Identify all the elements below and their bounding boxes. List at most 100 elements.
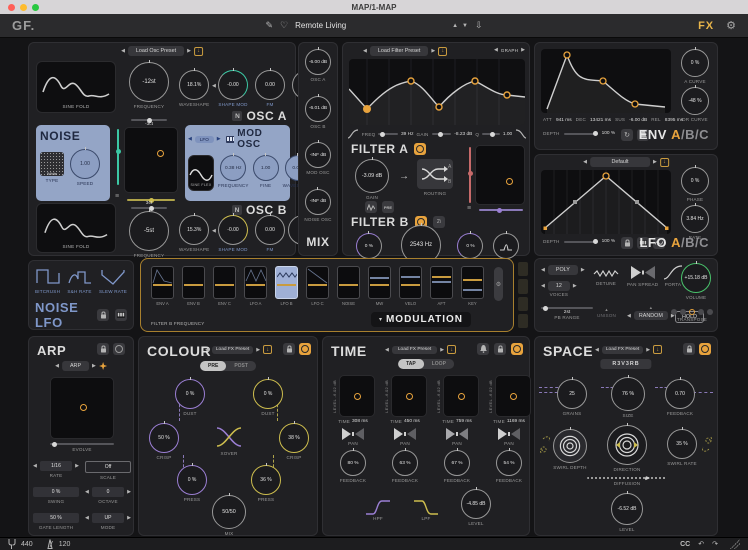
- arp-mode-control[interactable]: ◀UP▶ MODE: [85, 513, 131, 530]
- tap4-feedback-knob[interactable]: 54 %FEEDBACK: [496, 450, 522, 483]
- tap1-level[interactable]: LEVEL -6.02 dB: [332, 380, 337, 413]
- lfo-preset-selector[interactable]: Default: [590, 157, 650, 167]
- mod-slot-lfo-c[interactable]: LFO C: [306, 266, 329, 306]
- mod-osc-source[interactable]: LFO: [195, 136, 214, 143]
- env-tabs[interactable]: ENV A/B/C: [639, 127, 709, 142]
- colour-mix-knob[interactable]: 50/50MIX: [212, 495, 246, 536]
- preset-prev-icon[interactable]: ▲: [452, 23, 458, 29]
- osc-a-waveshape-knob[interactable]: 18.1% WAVESHAPE: [179, 70, 209, 107]
- lfo-preset-next-icon[interactable]: ▶: [653, 159, 657, 165]
- metronome-icon[interactable]: [46, 539, 54, 549]
- env-dr-curve-knob[interactable]: -48 % DR CURVE: [681, 87, 709, 122]
- space-mode-pill[interactable]: R3V3RB: [600, 359, 651, 369]
- cc-midi-button[interactable]: CC: [680, 541, 690, 548]
- filter-a-gain-knob[interactable]: -3.09 dB GAIN: [355, 159, 389, 200]
- save-preset-icon[interactable]: ⇩: [475, 20, 483, 31]
- tap3-time[interactable]: 759 ms: [456, 419, 472, 424]
- filter-view-label[interactable]: GRAPH: [501, 48, 518, 53]
- tap1-time[interactable]: 308 ms: [352, 419, 368, 424]
- zoom-window-button[interactable]: [32, 4, 39, 11]
- space-grains-knob[interactable]: 25GRAINS: [557, 379, 587, 416]
- minimize-window-button[interactable]: [20, 4, 27, 11]
- mix-noise-osc-knob[interactable]: -INF dBNOISE OSC: [304, 189, 331, 222]
- colour-preset-prev-icon[interactable]: ◀: [205, 347, 209, 353]
- time-level-knob[interactable]: -4.85 dBLEVEL: [461, 489, 491, 526]
- volume-knob[interactable]: +15.18 dB VOLUME: [681, 263, 711, 300]
- mix-osc-b-knob[interactable]: -6.01 dBOSC B: [305, 96, 331, 129]
- tempo-value[interactable]: 120: [59, 541, 71, 548]
- noise-lfo-keytrack-icon[interactable]: [115, 309, 127, 321]
- colour-pre-post-toggle[interactable]: PREPOST: [200, 361, 256, 371]
- time-preset-prev-icon[interactable]: ◀: [385, 347, 389, 353]
- osc-b-shape-mod-knob[interactable]: -0.00 SHAPE MOD: [218, 215, 248, 252]
- redo-icon[interactable]: ↷: [712, 540, 718, 548]
- settings-gear-icon[interactable]: ⚙: [726, 19, 736, 32]
- time-preset-selector[interactable]: Load FX Preset: [392, 346, 437, 354]
- space-preset-save-icon[interactable]: ↓: [653, 345, 662, 354]
- osc-a-frequency-knob[interactable]: -12st FREQUENCY: [129, 62, 169, 109]
- colour-preset-next-icon[interactable]: ▶: [256, 347, 260, 353]
- osc-preset-next-icon[interactable]: ▶: [187, 48, 191, 54]
- lfo-graph[interactable]: [541, 170, 671, 234]
- time-lpf-control[interactable]: LPF: [413, 499, 439, 521]
- arp-octave-control[interactable]: ◀0▶ OCTAVE: [85, 487, 131, 504]
- envelope-graph[interactable]: [541, 49, 671, 113]
- osc-preset-prev-icon[interactable]: ◀: [121, 48, 125, 54]
- colour-xover-control[interactable]: XOVER: [215, 425, 243, 456]
- tap3-level[interactable]: LEVEL -6.02 dB: [436, 380, 441, 413]
- eq-gain-slider[interactable]: [432, 133, 452, 135]
- arp-xy-cursor[interactable]: [80, 404, 87, 411]
- mod-slot-noise[interactable]: NOISE: [337, 266, 360, 306]
- fx-toggle-button[interactable]: FX: [698, 20, 714, 32]
- edit-icon[interactable]: ✎: [265, 20, 273, 31]
- tap1-pan-icon[interactable]: [341, 427, 365, 441]
- tap2-pad[interactable]: [391, 375, 427, 417]
- space-lock-icon[interactable]: [683, 343, 695, 355]
- osc-xy-pad[interactable]: [124, 127, 178, 193]
- colour-left-crisp-knob[interactable]: 50 %CRISP: [149, 423, 179, 460]
- arp-swing-control[interactable]: 0 % SWING: [33, 487, 79, 504]
- env-decay-value[interactable]: 13421 ms: [590, 118, 611, 123]
- transpose-control[interactable]: TRANSPOSE: [671, 309, 713, 322]
- tap1-feedback-knob[interactable]: 80 %FEEDBACK: [340, 450, 366, 483]
- space-size-knob[interactable]: 76 %SIZE: [611, 377, 645, 418]
- time-lock-icon[interactable]: [494, 343, 506, 355]
- tap3-pan-icon[interactable]: [445, 427, 469, 441]
- space-feedback-knob[interactable]: 0.70FEEDBACK: [665, 379, 695, 416]
- transpose-active-dot[interactable]: [689, 309, 695, 315]
- filter-preset-selector[interactable]: Load Filter Preset: [370, 46, 429, 56]
- mod-slot-env-c[interactable]: ENV C: [213, 266, 236, 306]
- resize-grip[interactable]: [730, 539, 740, 549]
- env-release-value[interactable]: 8395 ms: [665, 118, 683, 123]
- osc-a-shape-mod-knob[interactable]: -0.00 SHAPE MOD: [218, 70, 248, 107]
- filter-routing-button[interactable]: AB ROUTING: [417, 159, 453, 196]
- colour-right-dust-knob[interactable]: 0 %DUST: [253, 379, 283, 416]
- osc-b-wave-display[interactable]: SINE FOLD: [36, 203, 116, 253]
- colour-right-press-knob[interactable]: 36 %PRESS: [251, 465, 281, 502]
- mod-slot-env-a[interactable]: ENV A: [151, 266, 174, 306]
- mod-osc-frequency-knob[interactable]: 0.38 Hz FREQUENCY: [218, 155, 249, 188]
- tap4-time[interactable]: 1169 ms: [507, 419, 525, 424]
- highpass-icon[interactable]: [347, 129, 359, 139]
- colour-left-press-knob[interactable]: 0 %PRESS: [177, 465, 207, 502]
- lfo-phase-knob[interactable]: 0 % PHASE: [681, 167, 709, 202]
- osc-b-frequency-knob[interactable]: -5st FREQUENCY: [129, 211, 169, 258]
- space-direction-knob[interactable]: DIRECTION: [607, 425, 647, 472]
- undo-icon[interactable]: ↶: [698, 540, 704, 548]
- mod-slot-lfo-b[interactable]: LFO B: [275, 266, 298, 306]
- filter-mod-vslider[interactable]: [469, 147, 471, 203]
- arp-lock-icon[interactable]: [97, 343, 109, 355]
- mod-slot-aft[interactable]: AFT: [430, 266, 453, 306]
- voice-mode-next-icon[interactable]: ▶: [581, 267, 585, 273]
- filter-view-next-icon[interactable]: ▶: [521, 47, 525, 53]
- osc-a-wave-display[interactable]: SINE FOLD: [36, 61, 116, 113]
- env-loop-icon[interactable]: ↻: [621, 129, 633, 141]
- noise-lfo-slew-rate[interactable]: SLEW RATE: [99, 267, 127, 294]
- env-attack-value[interactable]: 941 ms: [556, 118, 572, 123]
- osc-a-fine-slider[interactable]: -3ct: [131, 119, 167, 127]
- preset-next-icon[interactable]: ▼: [462, 23, 468, 29]
- tap4-pad[interactable]: [495, 375, 531, 417]
- tap1-pad[interactable]: [339, 375, 375, 417]
- colour-right-crisp-knob[interactable]: 38 %CRISP: [279, 423, 309, 460]
- filter-pad-hslider[interactable]: [479, 209, 523, 211]
